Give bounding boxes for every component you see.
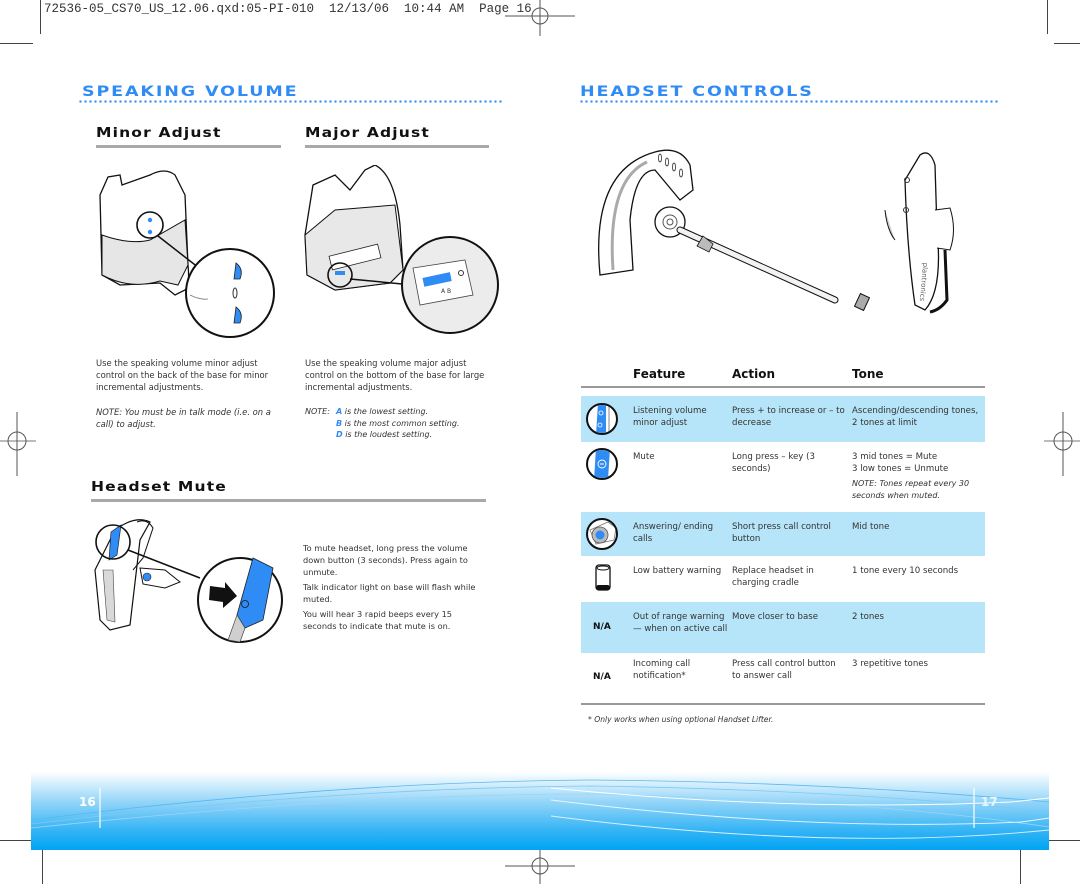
not-applicable-label: N/A	[593, 672, 611, 682]
volume-buttons-icon	[586, 403, 618, 435]
crop-mark	[0, 43, 33, 44]
action-cell: Replace headset in charging cradle	[732, 566, 814, 588]
table-bottom-rule	[581, 703, 985, 705]
crop-mark	[42, 849, 43, 884]
battery-icon	[595, 564, 611, 591]
feature-cell: Mute	[633, 452, 655, 462]
crop-mark	[40, 0, 41, 34]
minor-adjust-note: NOTE: You must be in talk mode (i.e. on …	[96, 407, 271, 429]
svg-text:A B: A B	[441, 288, 451, 295]
registration-mark-icon	[505, 0, 575, 36]
file-slug: 72536-05_CS70_US_12.06.qxd:05-PI-010 12/…	[44, 2, 532, 16]
column-header-tone: Tone	[852, 367, 884, 381]
call-control-button-icon	[586, 518, 618, 550]
mute-paragraph: To mute headset, long press the volume d…	[303, 543, 468, 577]
table-header-rule	[581, 386, 985, 388]
base-bottom-volume-control-illustration: A B	[304, 165, 499, 334]
action-cell: Press call control button to answer call	[732, 659, 836, 681]
registration-mark-icon	[1044, 412, 1080, 476]
action-cell: Short press call control button	[732, 522, 831, 544]
major-adjust-title: Major Adjust	[305, 125, 430, 141]
tone-cell: 1 tone every 10 seconds	[852, 566, 959, 576]
action-cell: Long press – key (3 seconds)	[732, 452, 815, 474]
column-header-action: Action	[732, 367, 776, 381]
tone-cell: 2 tones	[852, 612, 885, 622]
table-row: Low battery warning Replace headset in c…	[581, 557, 985, 601]
tone-cell: 3 mid tones = Mute 3 low tones = Unmute	[852, 452, 949, 474]
base-back-volume-control-illustration	[99, 170, 275, 338]
feature-cell: Answering/ ending calls	[633, 522, 714, 544]
setting-d: D is the loudest setting.	[336, 430, 433, 439]
title-rule	[96, 145, 281, 148]
action-cell: Press + to increase or – to decrease	[732, 406, 845, 428]
note-prefix: NOTE:	[305, 407, 330, 416]
tone-cell: Ascending/descending tones, 2 tones at l…	[852, 406, 979, 428]
mute-paragraph: You will hear 3 rapid beeps every 15 sec…	[303, 609, 453, 631]
minor-adjust-title: Minor Adjust	[96, 125, 222, 141]
title-rule	[305, 145, 489, 148]
crop-mark	[1047, 0, 1048, 34]
crop-mark	[1054, 43, 1080, 44]
tone-cell: 3 repetitive tones	[852, 659, 929, 669]
dotted-divider	[579, 100, 999, 103]
section-title-headset-controls: HEADSET CONTROLS	[580, 84, 814, 100]
major-adjust-note: NOTE: A is the lowest setting. B is the …	[305, 406, 495, 439]
table-row: Listening volume minor adjust Press + to…	[581, 396, 985, 442]
tone-cell: Mid tone	[852, 522, 890, 532]
page-number-left: 16	[79, 795, 96, 809]
mute-instructions: To mute headset, long press the volume d…	[303, 542, 488, 632]
major-adjust-description: Use the speaking volume major adjust con…	[305, 358, 485, 392]
not-applicable-label: N/A	[593, 622, 611, 632]
registration-mark-icon	[0, 412, 36, 476]
crop-mark	[1049, 840, 1080, 841]
feature-cell: Listening volume minor adjust	[633, 406, 707, 428]
minor-adjust-description: Use the speaking volume minor adjust con…	[96, 358, 269, 392]
feature-cell: Incoming call notification*	[633, 659, 691, 681]
setting-b: B is the most common setting.	[336, 418, 460, 428]
footer-wave-lines	[31, 779, 1049, 839]
table-row: N/A Incoming call notification* Press ca…	[581, 654, 985, 702]
action-cell: Move closer to base	[732, 612, 819, 622]
dotted-divider	[78, 100, 503, 103]
headset-illustration: plantronics	[598, 149, 954, 314]
feature-cell: Low battery warning	[633, 566, 722, 576]
mute-button-icon	[586, 448, 618, 480]
registration-mark-icon	[505, 850, 575, 884]
table-row: Answering/ ending calls Short press call…	[581, 512, 985, 556]
table-row: N/A Out of range warning — when on activ…	[581, 602, 985, 653]
headset-mute-button-illustration	[94, 519, 283, 643]
table-row: Mute Long press – key (3 seconds) 3 mid …	[581, 443, 985, 505]
title-rule	[91, 499, 486, 502]
feature-cell: Out of range warning — when on active ca…	[633, 612, 728, 634]
tone-note: NOTE: Tones repeat every 30 seconds when…	[852, 479, 970, 500]
column-header-feature: Feature	[633, 367, 686, 381]
crop-mark	[1020, 849, 1021, 884]
page-number-right: 17	[981, 795, 998, 809]
footnote: * Only works when using optional Handset…	[588, 715, 774, 724]
setting-a: A is the lowest setting.	[336, 407, 429, 416]
headset-mute-title: Headset Mute	[91, 479, 227, 495]
section-title-speaking-volume: SPEAKING VOLUME	[82, 84, 299, 100]
crop-mark	[0, 840, 33, 841]
mute-paragraph: Talk indicator light on base will flash …	[303, 582, 476, 604]
